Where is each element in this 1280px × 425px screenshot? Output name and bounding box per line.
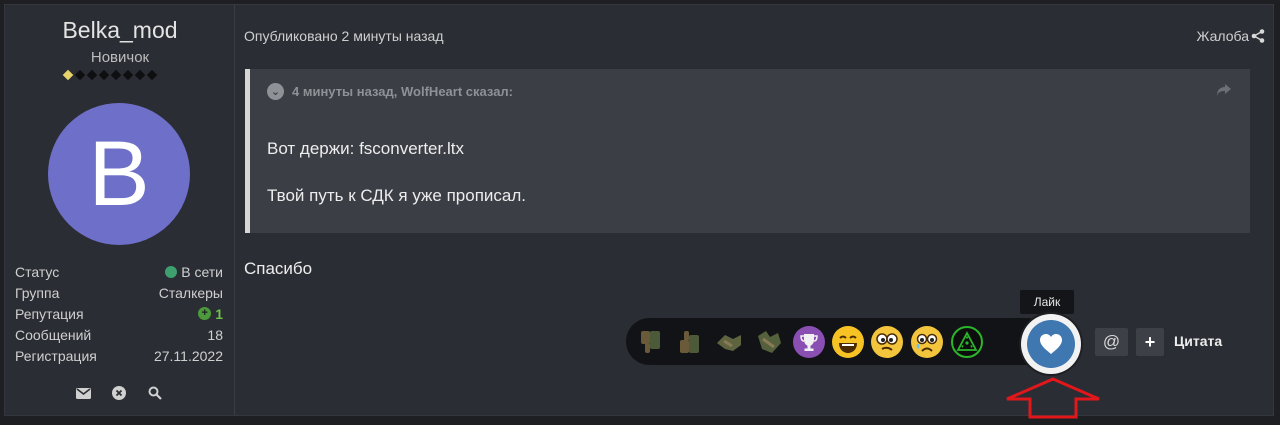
author-sidebar: Belka_mod Новичок B Статус В сети Группа… bbox=[5, 5, 235, 415]
rank-pips bbox=[62, 69, 158, 81]
stat-status: Статус В сети bbox=[15, 261, 223, 282]
rank-pip bbox=[134, 69, 146, 81]
avatar[interactable]: B bbox=[48, 103, 190, 245]
stat-value: 27.11.2022 bbox=[153, 347, 223, 364]
stat-label: Статус bbox=[15, 263, 60, 280]
post-body: Спасибо bbox=[244, 259, 313, 278]
heart-icon bbox=[1040, 334, 1062, 354]
radiation-icon[interactable] bbox=[951, 326, 983, 358]
ignore-icon[interactable] bbox=[111, 385, 127, 401]
stat-label: Сообщений bbox=[15, 326, 92, 343]
thumbs-up-icon[interactable] bbox=[673, 326, 705, 358]
stat-value: 18 bbox=[207, 326, 223, 343]
mention-button[interactable]: @ bbox=[1095, 328, 1128, 356]
reaction-tooltip: Лайк bbox=[1020, 290, 1074, 314]
sad-emoji-icon[interactable] bbox=[911, 326, 943, 358]
stat-posts: Сообщений 18 bbox=[15, 324, 223, 345]
handshake-icon[interactable] bbox=[713, 326, 745, 358]
like-reaction-button[interactable] bbox=[1021, 314, 1081, 374]
reaction-tray bbox=[626, 318, 1051, 365]
rank-pip bbox=[98, 69, 110, 81]
red-arrow-annotation-icon bbox=[1006, 377, 1100, 419]
search-icon[interactable] bbox=[147, 385, 163, 401]
envelope-icon[interactable] bbox=[75, 385, 91, 401]
quote-text-line: Твой путь к СДК я уже прописал. bbox=[267, 186, 527, 205]
stat-group: Группа Сталкеры bbox=[15, 282, 223, 303]
quote-header: ⌄ 4 минуты назад, WolfHeart сказал: bbox=[267, 83, 513, 100]
stat-value: В сети bbox=[181, 263, 223, 280]
handshake-alt-icon[interactable] bbox=[753, 326, 785, 358]
rank-pip bbox=[146, 69, 158, 81]
author-rank: Новичок bbox=[90, 49, 150, 66]
rank-pip bbox=[86, 69, 98, 81]
quote-button[interactable]: Цитата bbox=[1174, 333, 1222, 349]
post-container: Belka_mod Новичок B Статус В сети Группа… bbox=[4, 4, 1274, 419]
online-dot-icon bbox=[165, 265, 178, 278]
goto-quote-icon[interactable] bbox=[1216, 83, 1232, 97]
quote-text-line: Вот держи: fsconverter.ltx bbox=[267, 139, 464, 158]
quote-block: ⌄ 4 минуты назад, WolfHeart сказал: Вот … bbox=[245, 69, 1250, 233]
stat-registration: Регистрация 27.11.2022 bbox=[15, 345, 223, 366]
laugh-emoji-icon[interactable] bbox=[832, 326, 864, 358]
stat-label: Репутация bbox=[15, 305, 84, 322]
trophy-icon[interactable] bbox=[793, 326, 825, 358]
author-username[interactable]: Belka_mod bbox=[5, 17, 235, 44]
author-actions bbox=[75, 385, 163, 401]
multiquote-add-button[interactable]: + bbox=[1136, 328, 1164, 356]
stat-label: Группа bbox=[15, 284, 60, 301]
plus-circle-icon: + bbox=[198, 307, 212, 320]
rank-pip-filled bbox=[62, 69, 74, 81]
post-date[interactable]: Опубликовано 2 минуты назад bbox=[244, 28, 444, 44]
stat-value: 1 bbox=[215, 305, 223, 322]
quote-citation: 4 минуты назад, WolfHeart сказал: bbox=[292, 84, 514, 99]
rank-pip bbox=[122, 69, 134, 81]
rank-pip bbox=[74, 69, 86, 81]
chevron-down-icon[interactable]: ⌄ bbox=[267, 83, 284, 100]
confused-emoji-icon[interactable] bbox=[871, 326, 903, 358]
stat-label: Регистрация bbox=[15, 347, 97, 364]
report-link[interactable]: Жалоба bbox=[1197, 28, 1249, 44]
share-icon[interactable] bbox=[1251, 29, 1265, 43]
author-stats: Статус В сети Группа Сталкеры Репутация … bbox=[15, 261, 223, 366]
rank-pip bbox=[110, 69, 122, 81]
stat-value: Сталкеры bbox=[158, 284, 223, 301]
post-main: Опубликовано 2 минуты назад Жалоба ⌄ 4 м… bbox=[236, 5, 1273, 419]
thumbs-down-icon[interactable] bbox=[634, 326, 666, 358]
stat-reputation: Репутация +1 bbox=[15, 303, 223, 324]
